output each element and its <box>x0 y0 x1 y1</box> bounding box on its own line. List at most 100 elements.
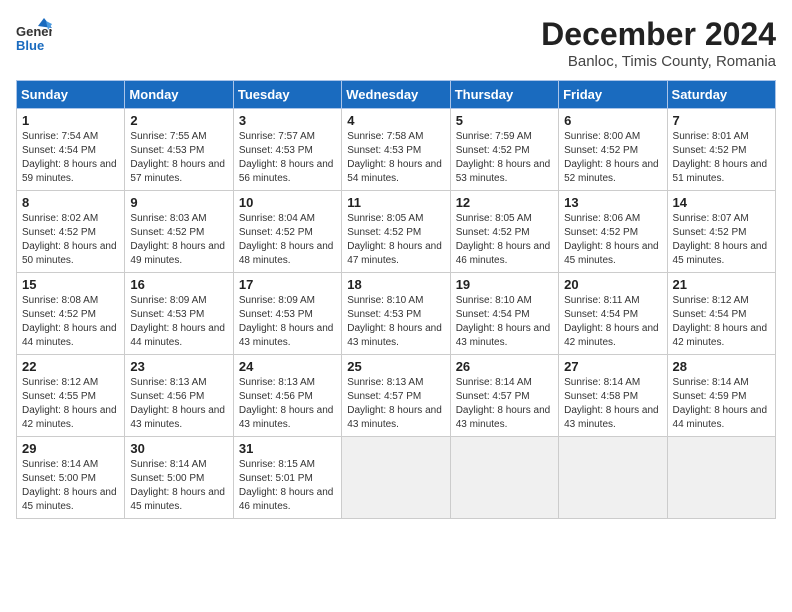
day-info: Sunrise: 8:09 AMSunset: 4:53 PMDaylight:… <box>130 294 227 350</box>
day-number: 10 <box>239 195 336 210</box>
day-info: Sunrise: 8:10 AMSunset: 4:53 PMDaylight:… <box>347 294 444 350</box>
day-info: Sunrise: 7:58 AMSunset: 4:53 PMDaylight:… <box>347 130 444 186</box>
title-block: December 2024 Banloc, Timis County, Roma… <box>541 16 776 70</box>
day-number: 21 <box>673 277 770 292</box>
week-row: 15 Sunrise: 8:08 AMSunset: 4:52 PMDaylig… <box>17 273 776 355</box>
calendar-cell: 30 Sunrise: 8:14 AMSunset: 5:00 PMDaylig… <box>125 437 233 519</box>
calendar-cell: 22 Sunrise: 8:12 AMSunset: 4:55 PMDaylig… <box>17 355 125 437</box>
calendar-cell: 26 Sunrise: 8:14 AMSunset: 4:57 PMDaylig… <box>450 355 558 437</box>
weekday-header-row: SundayMondayTuesdayWednesdayThursdayFrid… <box>17 81 776 109</box>
calendar-cell: 6 Sunrise: 8:00 AMSunset: 4:52 PMDayligh… <box>559 109 667 191</box>
day-number: 20 <box>564 277 661 292</box>
calendar-cell: 23 Sunrise: 8:13 AMSunset: 4:56 PMDaylig… <box>125 355 233 437</box>
calendar-cell: 24 Sunrise: 8:13 AMSunset: 4:56 PMDaylig… <box>233 355 341 437</box>
day-info: Sunrise: 8:01 AMSunset: 4:52 PMDaylight:… <box>673 130 770 186</box>
calendar-cell: 10 Sunrise: 8:04 AMSunset: 4:52 PMDaylig… <box>233 191 341 273</box>
day-info: Sunrise: 8:03 AMSunset: 4:52 PMDaylight:… <box>130 212 227 268</box>
calendar-cell: 14 Sunrise: 8:07 AMSunset: 4:52 PMDaylig… <box>667 191 775 273</box>
calendar-title: December 2024 <box>541 16 776 53</box>
day-number: 14 <box>673 195 770 210</box>
week-row: 8 Sunrise: 8:02 AMSunset: 4:52 PMDayligh… <box>17 191 776 273</box>
day-info: Sunrise: 8:10 AMSunset: 4:54 PMDaylight:… <box>456 294 553 350</box>
calendar-cell: 29 Sunrise: 8:14 AMSunset: 5:00 PMDaylig… <box>17 437 125 519</box>
day-info: Sunrise: 8:04 AMSunset: 4:52 PMDaylight:… <box>239 212 336 268</box>
day-info: Sunrise: 8:06 AMSunset: 4:52 PMDaylight:… <box>564 212 661 268</box>
day-number: 13 <box>564 195 661 210</box>
calendar-cell: 15 Sunrise: 8:08 AMSunset: 4:52 PMDaylig… <box>17 273 125 355</box>
calendar-cell: 4 Sunrise: 7:58 AMSunset: 4:53 PMDayligh… <box>342 109 450 191</box>
calendar-cell: 18 Sunrise: 8:10 AMSunset: 4:53 PMDaylig… <box>342 273 450 355</box>
day-info: Sunrise: 8:14 AMSunset: 5:00 PMDaylight:… <box>22 458 119 514</box>
day-number: 3 <box>239 113 336 128</box>
day-number: 15 <box>22 277 119 292</box>
calendar-cell: 31 Sunrise: 8:15 AMSunset: 5:01 PMDaylig… <box>233 437 341 519</box>
calendar-cell <box>342 437 450 519</box>
day-number: 11 <box>347 195 444 210</box>
weekday-header-cell: Monday <box>125 81 233 109</box>
calendar-cell: 21 Sunrise: 8:12 AMSunset: 4:54 PMDaylig… <box>667 273 775 355</box>
day-number: 24 <box>239 359 336 374</box>
day-number: 18 <box>347 277 444 292</box>
calendar-table: SundayMondayTuesdayWednesdayThursdayFrid… <box>16 80 776 519</box>
weekday-header-cell: Friday <box>559 81 667 109</box>
calendar-cell: 5 Sunrise: 7:59 AMSunset: 4:52 PMDayligh… <box>450 109 558 191</box>
calendar-cell <box>450 437 558 519</box>
calendar-subtitle: Banloc, Timis County, Romania <box>541 53 776 70</box>
weekday-header-cell: Sunday <box>17 81 125 109</box>
day-number: 19 <box>456 277 553 292</box>
day-info: Sunrise: 8:13 AMSunset: 4:57 PMDaylight:… <box>347 376 444 432</box>
calendar-cell <box>667 437 775 519</box>
calendar-cell: 7 Sunrise: 8:01 AMSunset: 4:52 PMDayligh… <box>667 109 775 191</box>
day-info: Sunrise: 8:08 AMSunset: 4:52 PMDaylight:… <box>22 294 119 350</box>
calendar-body: 1 Sunrise: 7:54 AMSunset: 4:54 PMDayligh… <box>17 109 776 519</box>
weekday-header-cell: Saturday <box>667 81 775 109</box>
calendar-cell: 19 Sunrise: 8:10 AMSunset: 4:54 PMDaylig… <box>450 273 558 355</box>
calendar-cell: 3 Sunrise: 7:57 AMSunset: 4:53 PMDayligh… <box>233 109 341 191</box>
weekday-header-cell: Tuesday <box>233 81 341 109</box>
day-number: 4 <box>347 113 444 128</box>
day-number: 9 <box>130 195 227 210</box>
weekday-header-cell: Wednesday <box>342 81 450 109</box>
day-number: 8 <box>22 195 119 210</box>
day-number: 29 <box>22 441 119 456</box>
day-info: Sunrise: 8:11 AMSunset: 4:54 PMDaylight:… <box>564 294 661 350</box>
svg-text:Blue: Blue <box>16 38 44 53</box>
day-info: Sunrise: 8:12 AMSunset: 4:55 PMDaylight:… <box>22 376 119 432</box>
calendar-cell: 9 Sunrise: 8:03 AMSunset: 4:52 PMDayligh… <box>125 191 233 273</box>
day-number: 23 <box>130 359 227 374</box>
calendar-cell: 13 Sunrise: 8:06 AMSunset: 4:52 PMDaylig… <box>559 191 667 273</box>
calendar-cell: 17 Sunrise: 8:09 AMSunset: 4:53 PMDaylig… <box>233 273 341 355</box>
day-info: Sunrise: 8:02 AMSunset: 4:52 PMDaylight:… <box>22 212 119 268</box>
calendar-cell: 28 Sunrise: 8:14 AMSunset: 4:59 PMDaylig… <box>667 355 775 437</box>
calendar-cell: 25 Sunrise: 8:13 AMSunset: 4:57 PMDaylig… <box>342 355 450 437</box>
calendar-cell: 20 Sunrise: 8:11 AMSunset: 4:54 PMDaylig… <box>559 273 667 355</box>
day-info: Sunrise: 8:14 AMSunset: 4:58 PMDaylight:… <box>564 376 661 432</box>
day-info: Sunrise: 7:57 AMSunset: 4:53 PMDaylight:… <box>239 130 336 186</box>
day-info: Sunrise: 8:14 AMSunset: 4:57 PMDaylight:… <box>456 376 553 432</box>
day-number: 17 <box>239 277 336 292</box>
day-number: 31 <box>239 441 336 456</box>
day-info: Sunrise: 8:13 AMSunset: 4:56 PMDaylight:… <box>239 376 336 432</box>
calendar-cell: 27 Sunrise: 8:14 AMSunset: 4:58 PMDaylig… <box>559 355 667 437</box>
day-number: 7 <box>673 113 770 128</box>
day-number: 5 <box>456 113 553 128</box>
day-number: 22 <box>22 359 119 374</box>
day-info: Sunrise: 8:14 AMSunset: 5:00 PMDaylight:… <box>130 458 227 514</box>
page-header: General Blue December 2024 Banloc, Timis… <box>16 16 776 70</box>
calendar-cell: 16 Sunrise: 8:09 AMSunset: 4:53 PMDaylig… <box>125 273 233 355</box>
day-info: Sunrise: 8:05 AMSunset: 4:52 PMDaylight:… <box>347 212 444 268</box>
day-info: Sunrise: 8:00 AMSunset: 4:52 PMDaylight:… <box>564 130 661 186</box>
day-info: Sunrise: 7:59 AMSunset: 4:52 PMDaylight:… <box>456 130 553 186</box>
day-info: Sunrise: 8:14 AMSunset: 4:59 PMDaylight:… <box>673 376 770 432</box>
day-info: Sunrise: 7:54 AMSunset: 4:54 PMDaylight:… <box>22 130 119 186</box>
day-info: Sunrise: 8:07 AMSunset: 4:52 PMDaylight:… <box>673 212 770 268</box>
logo: General Blue <box>16 16 52 58</box>
calendar-cell: 12 Sunrise: 8:05 AMSunset: 4:52 PMDaylig… <box>450 191 558 273</box>
day-info: Sunrise: 8:15 AMSunset: 5:01 PMDaylight:… <box>239 458 336 514</box>
day-number: 12 <box>456 195 553 210</box>
day-number: 1 <box>22 113 119 128</box>
day-info: Sunrise: 8:13 AMSunset: 4:56 PMDaylight:… <box>130 376 227 432</box>
day-number: 2 <box>130 113 227 128</box>
day-info: Sunrise: 7:55 AMSunset: 4:53 PMDaylight:… <box>130 130 227 186</box>
day-info: Sunrise: 8:05 AMSunset: 4:52 PMDaylight:… <box>456 212 553 268</box>
